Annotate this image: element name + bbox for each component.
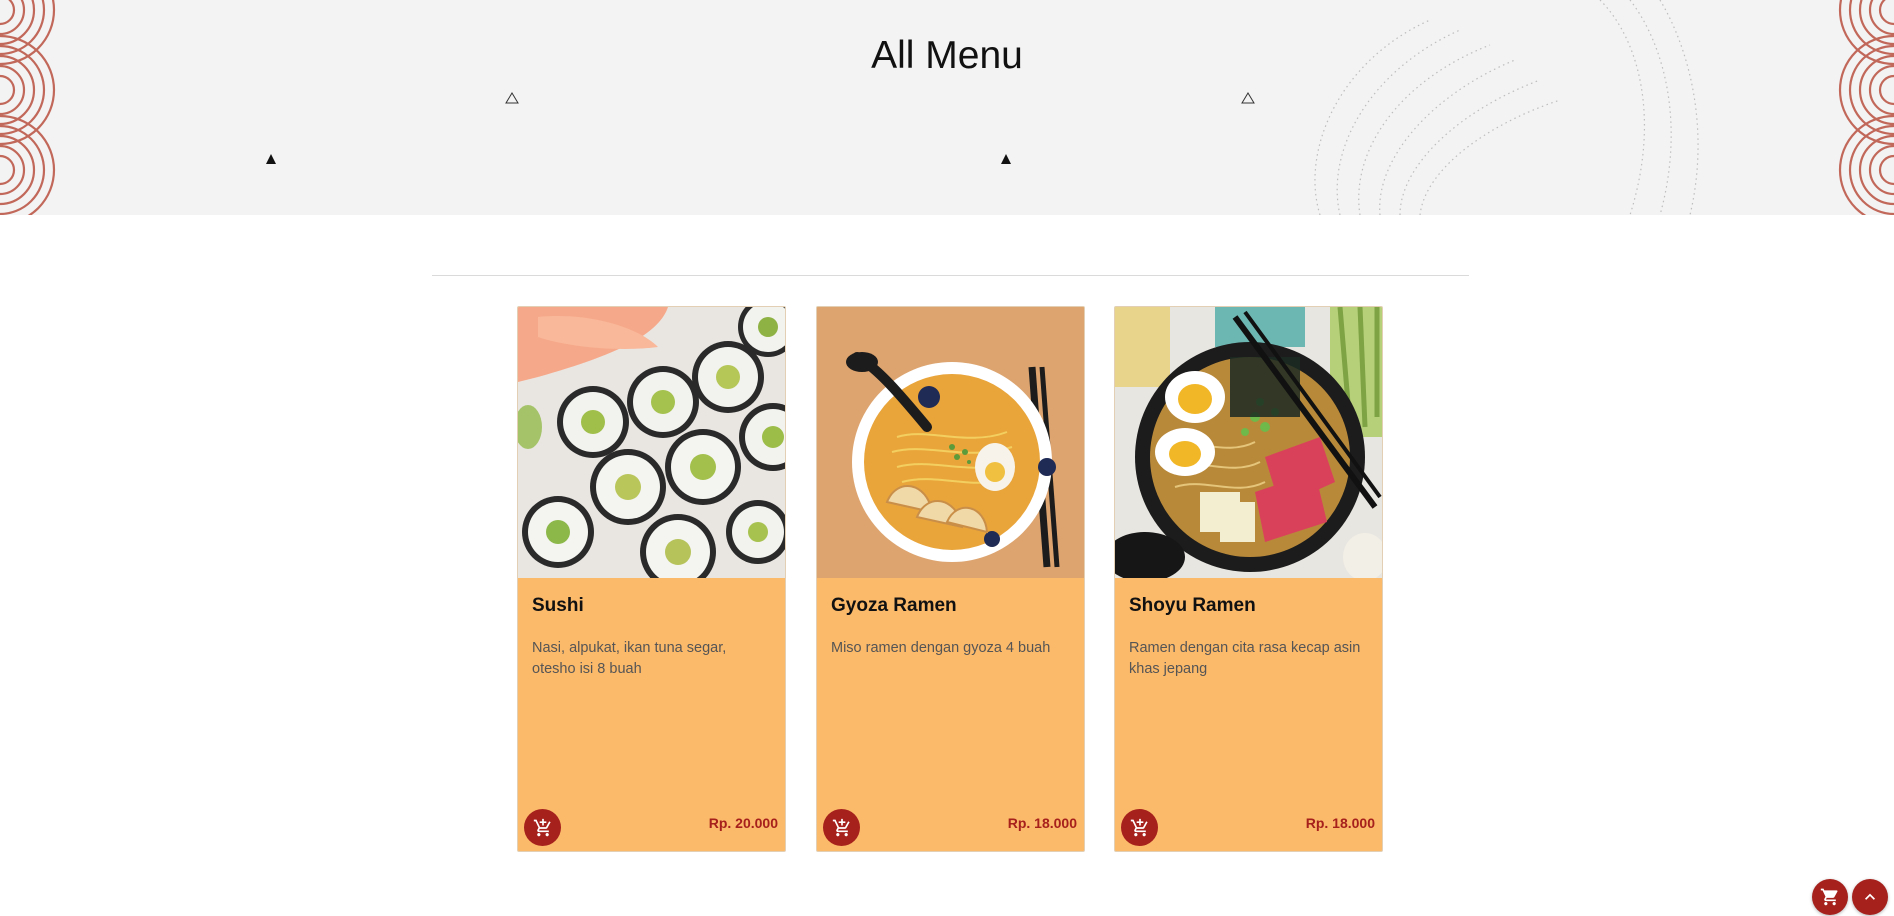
- menu-card-gyoza-ramen: Gyoza Ramen Miso ramen dengan gyoza 4 bu…: [816, 306, 1085, 852]
- menu-item-name: Gyoza Ramen: [831, 595, 957, 616]
- menu-card-sushi: Sushi Nasi, alpukat, ikan tuna segar, ot…: [517, 306, 786, 852]
- page-title: All Menu: [871, 34, 1023, 77]
- wave-pattern-left: [0, 0, 56, 215]
- shoyu-ramen-image: [1115, 307, 1382, 578]
- add-cart-icon: [1130, 818, 1148, 836]
- sushi-image: [518, 307, 785, 578]
- add-cart-icon: [533, 818, 551, 836]
- wave-pattern-right: [1838, 0, 1894, 215]
- menu-card-shoyu-ramen: Shoyu Ramen Ramen dengan cita rasa kecap…: [1114, 306, 1383, 852]
- add-to-cart-button[interactable]: [524, 809, 561, 846]
- scroll-to-top-button[interactable]: [1852, 879, 1888, 915]
- add-to-cart-button[interactable]: [1121, 809, 1158, 846]
- triangle-outline-icon: [505, 92, 519, 104]
- menu-item-name: Sushi: [532, 595, 584, 616]
- dotted-swirl-decoration: [1314, 0, 1699, 215]
- triangle-filled-icon: [1001, 154, 1011, 164]
- add-cart-icon: [832, 818, 850, 836]
- chevron-up-icon: [1865, 893, 1875, 900]
- cart-icon: [1820, 888, 1838, 906]
- menu-item-description: Miso ramen dengan gyoza 4 buah: [831, 640, 1051, 656]
- floating-cart-button[interactable]: [1812, 879, 1848, 915]
- gyoza-ramen-image: [817, 307, 1084, 578]
- menu-item-description: Nasi, alpukat, ikan tuna segar, otesho i…: [532, 640, 727, 677]
- menu-item-price: Rp. 18.000: [1007, 815, 1077, 831]
- hero-banner: All Menu: [0, 0, 1894, 215]
- section-divider: [432, 275, 1469, 276]
- add-to-cart-button[interactable]: [823, 809, 860, 846]
- triangle-filled-icon: [266, 154, 276, 164]
- menu-item-description: Ramen dengan cita rasa kecap asin khas j…: [1129, 640, 1361, 677]
- menu-item-price: Rp. 18.000: [1305, 815, 1375, 831]
- menu-item-price: Rp. 20.000: [708, 815, 778, 831]
- triangle-outline-icon: [1241, 92, 1255, 104]
- menu-item-name: Shoyu Ramen: [1129, 595, 1256, 616]
